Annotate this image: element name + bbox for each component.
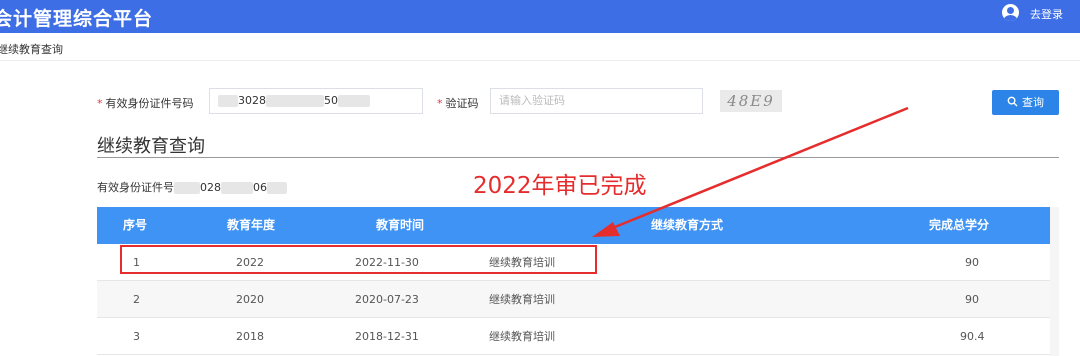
- annotation-arrow: [592, 106, 909, 237]
